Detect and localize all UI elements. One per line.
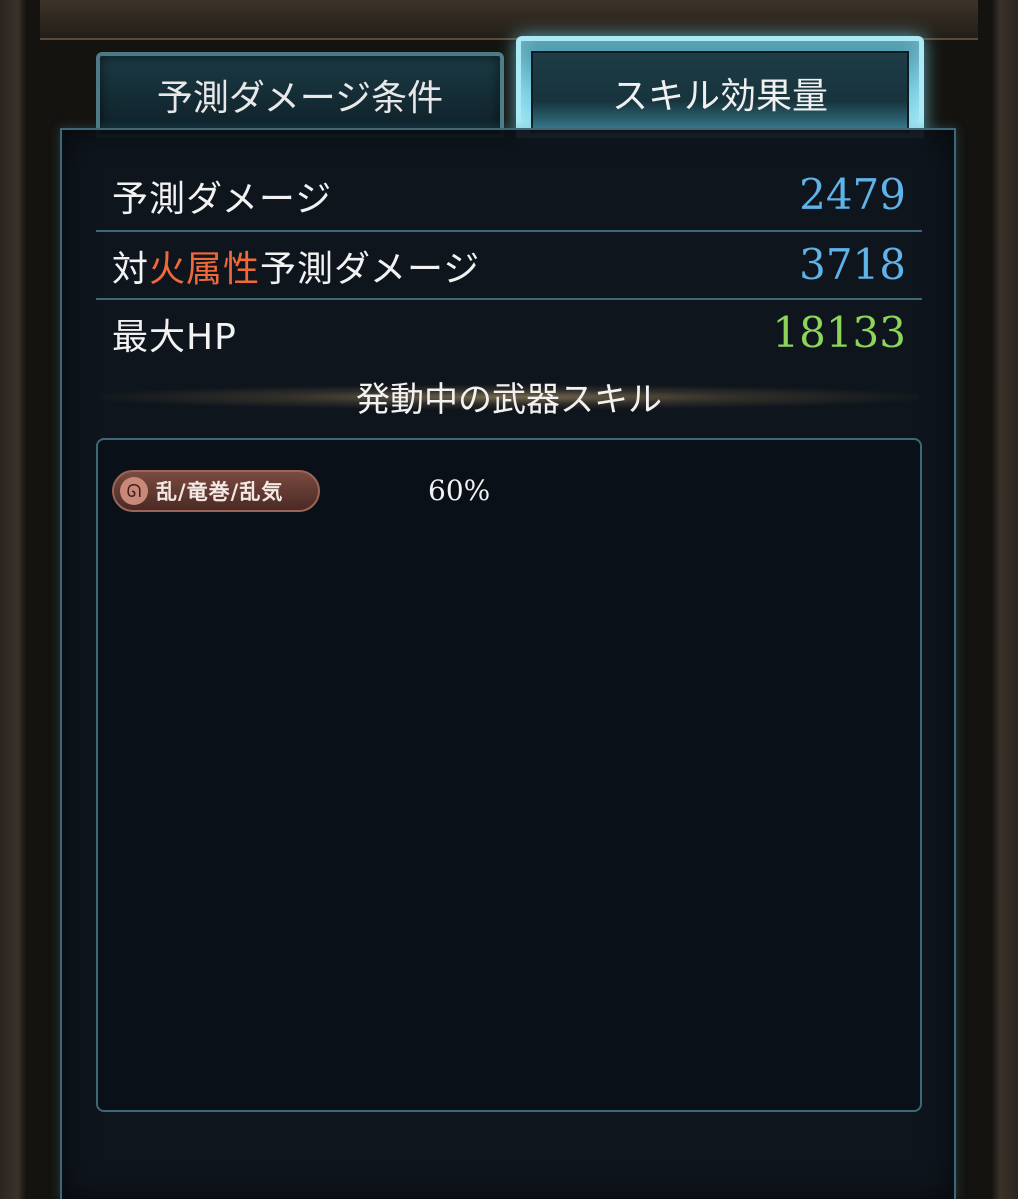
- tab-inner: スキル効果量: [531, 51, 909, 133]
- skill-value: 60%: [428, 474, 491, 507]
- stat-row-max-hp: 最大HP 18133: [96, 302, 922, 368]
- skill-badge[interactable]: ᘏ 乱/竜巻/乱気: [112, 470, 320, 512]
- tab-damage-conditions[interactable]: 予測ダメージ条件: [96, 52, 504, 138]
- tab-label: スキル効果量: [611, 76, 828, 117]
- section-title-active-weapon-skills: 発動中の武器スキル: [356, 379, 662, 420]
- divider: [96, 298, 922, 300]
- wind-element-icon: ᘏ: [120, 477, 148, 505]
- tab-skill-effects[interactable]: スキル効果量: [516, 36, 924, 138]
- tab-label: 予測ダメージ条件: [156, 78, 444, 119]
- stat-value: 2479: [799, 170, 906, 219]
- divider: [96, 230, 922, 232]
- stat-row-predicted-damage: 予測ダメージ 2479: [96, 164, 922, 230]
- stat-row-fire-predicted-damage: 対火属性予測ダメージ 3718: [96, 234, 922, 300]
- fire-element-text: 火属性: [149, 249, 261, 290]
- weapon-skills-list: [96, 438, 922, 1112]
- skill-name: 乱/竜巻/乱気: [156, 480, 284, 504]
- stat-value: 18133: [772, 308, 906, 357]
- stat-label: 予測ダメージ: [112, 179, 333, 220]
- background-top-bar: [40, 0, 978, 40]
- stat-value: 3718: [799, 240, 906, 289]
- stat-label: 対火属性予測ダメージ: [112, 249, 481, 290]
- stat-label: 最大HP: [112, 317, 237, 358]
